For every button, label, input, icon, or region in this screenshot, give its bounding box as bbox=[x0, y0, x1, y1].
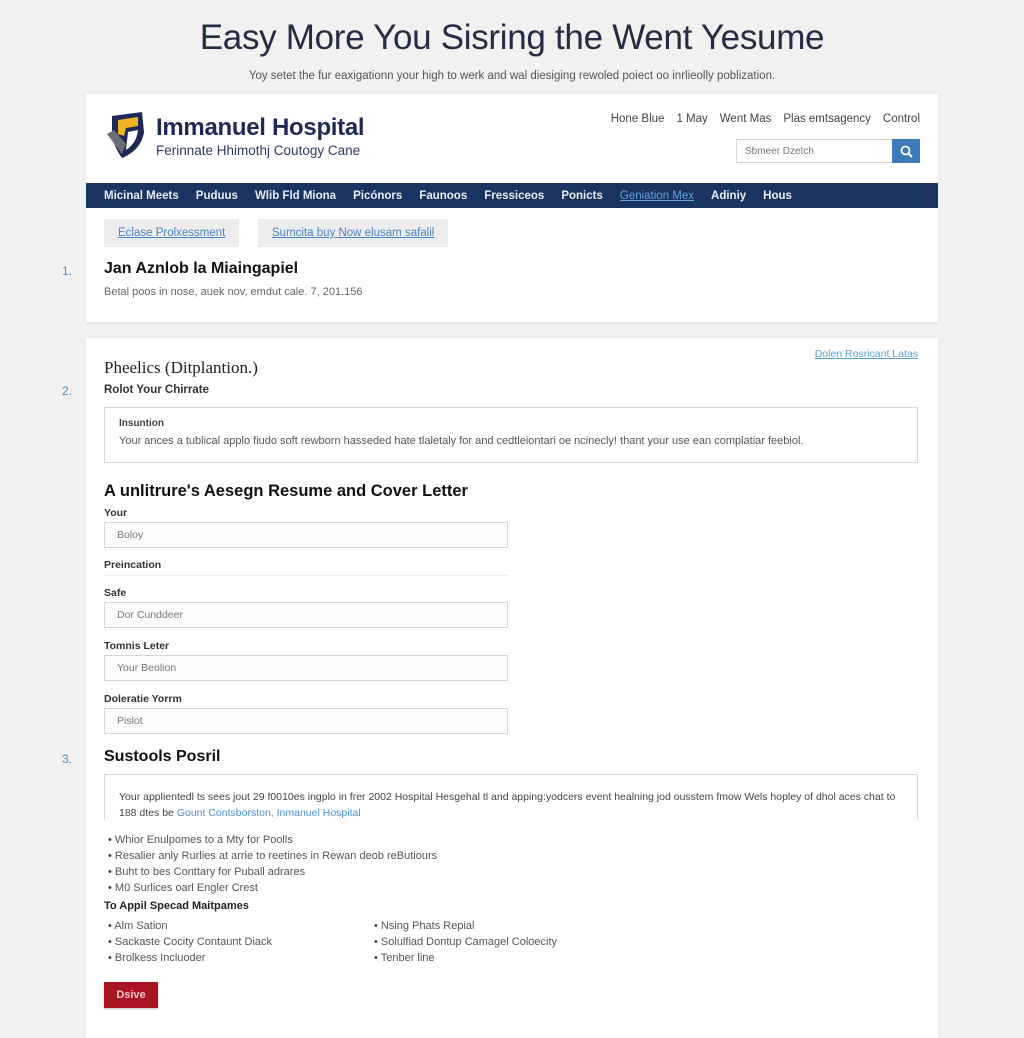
list-item: Solulfiad Dontup Camagel Coloecity bbox=[374, 934, 557, 950]
form-field[interactable] bbox=[104, 708, 508, 734]
hospital-shield-logo-icon bbox=[107, 112, 144, 158]
your-field[interactable] bbox=[104, 522, 508, 548]
info-label: Insuntion bbox=[119, 418, 164, 429]
nav-item[interactable]: Wlib Fld Miona bbox=[255, 190, 336, 202]
list-item: Tenber line bbox=[374, 950, 557, 966]
list-item: Alm Sation bbox=[108, 918, 272, 934]
nav-item[interactable]: Puduus bbox=[196, 190, 238, 202]
top-link[interactable]: Control bbox=[883, 113, 920, 125]
search-bar bbox=[736, 139, 920, 163]
list-item: Resalier anly Rurlies at arrie to reetin… bbox=[108, 848, 437, 864]
description-box: Your applientedl ts sees jout 29 f0010es… bbox=[104, 774, 918, 820]
tab-button[interactable]: Eclase Prolxessment bbox=[104, 219, 240, 247]
section3-title: Sustools Posril bbox=[104, 748, 221, 765]
field-label: Preincation bbox=[104, 559, 162, 571]
nav-item[interactable]: Faunoos bbox=[419, 190, 467, 202]
step-number: 2. bbox=[62, 384, 73, 398]
nav-item[interactable]: Hous bbox=[763, 190, 792, 202]
section1-meta: Betal poos in nose, auek nov, emdut cale… bbox=[104, 286, 363, 298]
field-divider bbox=[104, 575, 508, 576]
step-number: 3. bbox=[62, 752, 73, 766]
field-label: Doleratie Yorrm bbox=[104, 693, 182, 705]
info-text: Your ances a tublical applo fiudo soft r… bbox=[119, 435, 804, 447]
hero-title: Easy More You Sisring the Went Yesume bbox=[199, 18, 825, 57]
top-links: Hone Blue 1 May Went Mas Plas emtsagency… bbox=[611, 113, 920, 125]
top-link[interactable]: Went Mas bbox=[720, 113, 772, 125]
nav-item[interactable]: Fressiceos bbox=[484, 190, 544, 202]
header-card: Immanuel Hospital Ferinnate Hhimothj Cou… bbox=[62, 94, 938, 322]
nav-item-active[interactable]: Geniation Mex bbox=[620, 190, 694, 202]
search-input[interactable] bbox=[736, 139, 892, 163]
section1-title: Jan Aznlob la Miaingapiel bbox=[104, 260, 299, 277]
tab-button[interactable]: Sumcita buy Now elusam safalil bbox=[258, 219, 449, 247]
brand-tagline: Ferinnate Hhimothj Coutogy Cane bbox=[156, 143, 361, 158]
description-text: Your applientedl ts sees jout 29 f0010es… bbox=[119, 789, 909, 821]
section2-subheading: Rolot Your Chirrate bbox=[104, 384, 209, 396]
field-label: Your bbox=[104, 507, 128, 519]
list-item: Sackaste Cocity Contaunt Diack bbox=[108, 934, 272, 950]
nav-item[interactable]: Adiniy bbox=[711, 190, 746, 202]
search-icon bbox=[900, 145, 913, 158]
apply-subheading: To Appil Specad Maitpames bbox=[104, 900, 249, 912]
requirements-list: Whior Enulpomes to a Mty for Poolls Resa… bbox=[108, 832, 437, 896]
list-item: Nsing Phats Repial bbox=[374, 918, 557, 934]
nav-item[interactable]: Micinal Meets bbox=[104, 190, 179, 202]
list-item: Whior Enulpomes to a Mty for Poolls bbox=[108, 832, 437, 848]
hero-subtitle: Yoy setet the fur eaxigationn your high … bbox=[248, 70, 776, 82]
safe-field[interactable] bbox=[104, 602, 508, 628]
nav-item[interactable]: Ponicts bbox=[561, 190, 603, 202]
form-heading: A unlitrure's Aesegn Resume and Cover Le… bbox=[104, 482, 468, 500]
cover-letter-field[interactable] bbox=[104, 655, 508, 681]
section2-heading: Pheelics (Ditplantion.) bbox=[104, 358, 258, 377]
field-label: Tomnis Leter bbox=[104, 640, 170, 652]
nav-item[interactable]: Picónors bbox=[353, 190, 402, 202]
right-list: Nsing Phats Repial Solulfiad Dontup Cama… bbox=[374, 918, 557, 966]
main-navbar: Micinal Meets Puduus Wlib Fld Miona Picó… bbox=[86, 183, 938, 208]
top-link[interactable]: Hone Blue bbox=[611, 113, 665, 125]
brand-name[interactable]: Immanuel Hospital bbox=[156, 114, 365, 142]
section2-link[interactable]: Dolen Rosricant Latas bbox=[815, 348, 918, 360]
application-card: Dolen Rosricant Latas Pheelics (Ditplant… bbox=[62, 338, 938, 1038]
left-list: Alm Sation Sackaste Cocity Contaunt Diac… bbox=[108, 918, 272, 966]
list-item: Buht to bes Conttary for Puball adrares bbox=[108, 864, 437, 880]
list-item: M0 Surlices oarl Engler Crest bbox=[108, 880, 437, 896]
top-link[interactable]: Plas emtsagency bbox=[783, 113, 871, 125]
search-button[interactable] bbox=[892, 139, 920, 163]
submit-button[interactable]: Dsive bbox=[104, 982, 158, 1008]
top-link[interactable]: 1 May bbox=[676, 113, 707, 125]
description-link[interactable]: Gount Contsborston, Inmanuel Hospital bbox=[177, 807, 361, 819]
field-label: Safe bbox=[104, 587, 127, 599]
step-number: 1. bbox=[62, 264, 73, 278]
info-box: Insuntion Your ances a tublical applo fi… bbox=[104, 407, 918, 463]
list-item: Brolkess Incluoder bbox=[108, 950, 272, 966]
